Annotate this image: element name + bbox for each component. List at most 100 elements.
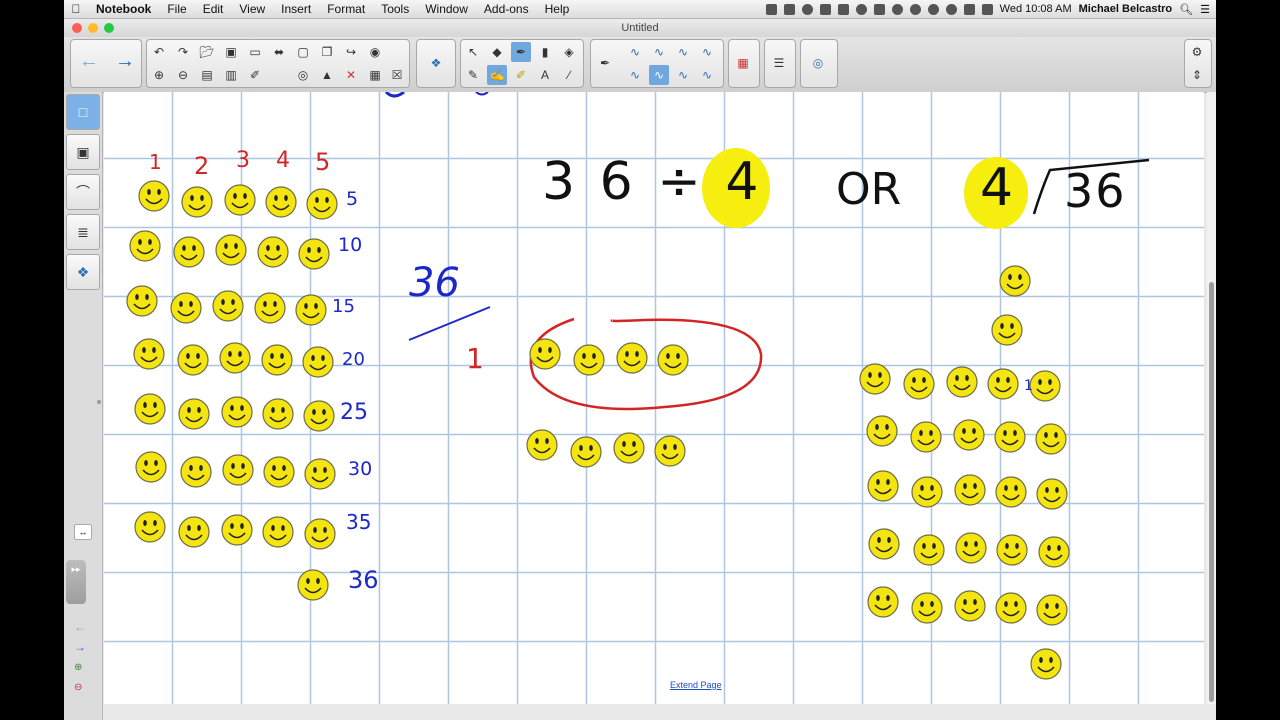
color-palette-icon[interactable]: ▦ xyxy=(733,53,753,73)
smiley-face[interactable] xyxy=(173,236,205,268)
smiley-face[interactable] xyxy=(126,285,158,317)
smiley-face[interactable] xyxy=(304,518,336,550)
smiley-face[interactable] xyxy=(133,338,165,370)
menu-insert[interactable]: Insert xyxy=(273,2,319,16)
smiley-face[interactable] xyxy=(954,474,986,506)
vertical-scrollbar[interactable] xyxy=(1207,92,1216,704)
small-previous-icon[interactable]: ← xyxy=(74,620,86,634)
smiley-face[interactable] xyxy=(1035,423,1067,455)
document-camera-icon[interactable]: ⬌ xyxy=(269,42,289,62)
scrollbar-thumb[interactable] xyxy=(1209,282,1214,702)
spotlight-icon[interactable]: 🔍︎ xyxy=(1179,3,1193,16)
line-tool-icon[interactable]: ∕ xyxy=(559,65,579,85)
status-volume-icon[interactable] xyxy=(963,3,975,15)
smiley-face[interactable] xyxy=(1029,370,1061,402)
smiley-face[interactable] xyxy=(866,415,898,447)
smiley-face[interactable] xyxy=(219,342,251,374)
menu-tools[interactable]: Tools xyxy=(373,2,417,16)
delete-icon[interactable]: ✕ xyxy=(341,65,361,85)
menu-format[interactable]: Format xyxy=(319,2,373,16)
smiley-face[interactable] xyxy=(303,400,335,432)
display-icon[interactable]: ▭ xyxy=(245,42,265,62)
select-arrow-icon[interactable]: ↖ xyxy=(463,42,483,62)
capture-icon[interactable]: ❐ xyxy=(317,42,337,62)
menu-app-name[interactable]: Notebook xyxy=(88,2,159,16)
status-bluetooth-icon[interactable] xyxy=(927,3,939,15)
save-icon[interactable]: ▤ xyxy=(197,65,217,85)
smiley-face[interactable] xyxy=(573,344,605,376)
redo-icon[interactable]: ↷ xyxy=(173,42,193,62)
line-style-2-icon[interactable]: ∿ xyxy=(649,42,669,62)
toolbar-position-icon[interactable]: ⇕ xyxy=(1187,65,1207,85)
close-box-icon[interactable]: ☒ xyxy=(387,65,407,85)
status-search-icon[interactable] xyxy=(855,3,867,15)
smiley-face[interactable] xyxy=(295,294,327,326)
smiley-face[interactable] xyxy=(170,292,202,324)
smiley-face[interactable] xyxy=(1036,594,1068,626)
status-clock-icon[interactable] xyxy=(891,3,903,15)
smiley-face[interactable] xyxy=(654,435,686,467)
user-name[interactable]: Michael Belcastro xyxy=(1079,3,1173,15)
notification-list-icon[interactable]: ☰ xyxy=(1200,3,1210,16)
apple-icon[interactable]:  xyxy=(64,2,88,16)
smiley-face[interactable] xyxy=(222,454,254,486)
smiley-face[interactable] xyxy=(215,234,247,266)
creative-pen-icon[interactable]: ✎ xyxy=(463,65,483,85)
smiley-face[interactable] xyxy=(177,344,209,376)
smiley-face[interactable] xyxy=(297,569,329,601)
smiley-face[interactable] xyxy=(529,338,561,370)
status-sync-icon[interactable] xyxy=(945,3,957,15)
status-app-icon-4[interactable] xyxy=(873,3,885,15)
fill-icon[interactable]: ◈ xyxy=(559,42,579,62)
smiley-face[interactable] xyxy=(911,592,943,624)
calligraphy-pen-icon[interactable]: ✍ xyxy=(487,65,507,85)
status-wifi-icon[interactable] xyxy=(909,3,921,15)
undo-icon[interactable]: ↶ xyxy=(149,42,169,62)
clock-text[interactable]: Wed 10:08 AM xyxy=(1000,3,1072,15)
smiley-face[interactable] xyxy=(995,592,1027,624)
status-app-icon-2[interactable] xyxy=(783,3,795,15)
status-app-icon-3[interactable] xyxy=(801,3,813,15)
smiley-face[interactable] xyxy=(999,265,1031,297)
smiley-face[interactable] xyxy=(129,230,161,262)
smiley-face[interactable] xyxy=(910,421,942,453)
line-style-3-icon[interactable]: ∿ xyxy=(673,42,693,62)
smiley-face[interactable] xyxy=(903,368,935,400)
line-style-6-icon[interactable]: ∿ xyxy=(649,65,669,85)
smiley-face[interactable] xyxy=(178,398,210,430)
text-tool-icon[interactable]: A xyxy=(535,65,555,85)
smiley-face[interactable] xyxy=(868,528,900,560)
smiley-face[interactable] xyxy=(302,346,334,378)
smiley-face[interactable] xyxy=(913,534,945,566)
extend-page-link[interactable]: Extend Page xyxy=(670,680,722,690)
smiley-face[interactable] xyxy=(859,363,891,395)
table-icon[interactable]: ▦ xyxy=(365,65,385,85)
smiley-face[interactable] xyxy=(991,314,1023,346)
share-icon[interactable]: ◉ xyxy=(365,42,385,62)
menu-view[interactable]: View xyxy=(231,2,273,16)
menu-help[interactable]: Help xyxy=(537,2,578,16)
smiley-face[interactable] xyxy=(570,436,602,468)
previous-page-icon[interactable]: ← xyxy=(79,50,99,73)
properties-tab[interactable]: ≣ xyxy=(66,214,100,250)
highlighter-icon[interactable]: ✐ xyxy=(511,65,531,85)
smiley-face[interactable] xyxy=(263,456,295,488)
status-cloud-icon[interactable] xyxy=(819,3,831,15)
smiley-face[interactable] xyxy=(304,458,336,490)
status-app-icon[interactable] xyxy=(765,3,777,15)
smiley-face[interactable] xyxy=(1038,536,1070,568)
open-folder-icon[interactable]: 📂︎ xyxy=(197,42,217,62)
screen-capture-icon[interactable]: ↪ xyxy=(341,42,361,62)
page-sorter-tab[interactable]: □ xyxy=(66,94,100,130)
gallery-tab[interactable]: ▣ xyxy=(66,134,100,170)
smiley-face[interactable] xyxy=(996,534,1028,566)
smiley-face[interactable] xyxy=(221,514,253,546)
sidebar-collapse-button[interactable]: ↔ xyxy=(74,524,92,540)
small-add-page-icon[interactable]: ⊕ xyxy=(74,662,82,673)
smiley-face[interactable] xyxy=(221,396,253,428)
attachments-tab[interactable]: ⌒ xyxy=(66,174,100,210)
menu-addons[interactable]: Add-ons xyxy=(476,2,537,16)
smiley-face[interactable] xyxy=(995,476,1027,508)
screen-shade-icon[interactable]: ▣ xyxy=(221,42,241,62)
eraser-icon[interactable]: ▮ xyxy=(535,42,555,62)
